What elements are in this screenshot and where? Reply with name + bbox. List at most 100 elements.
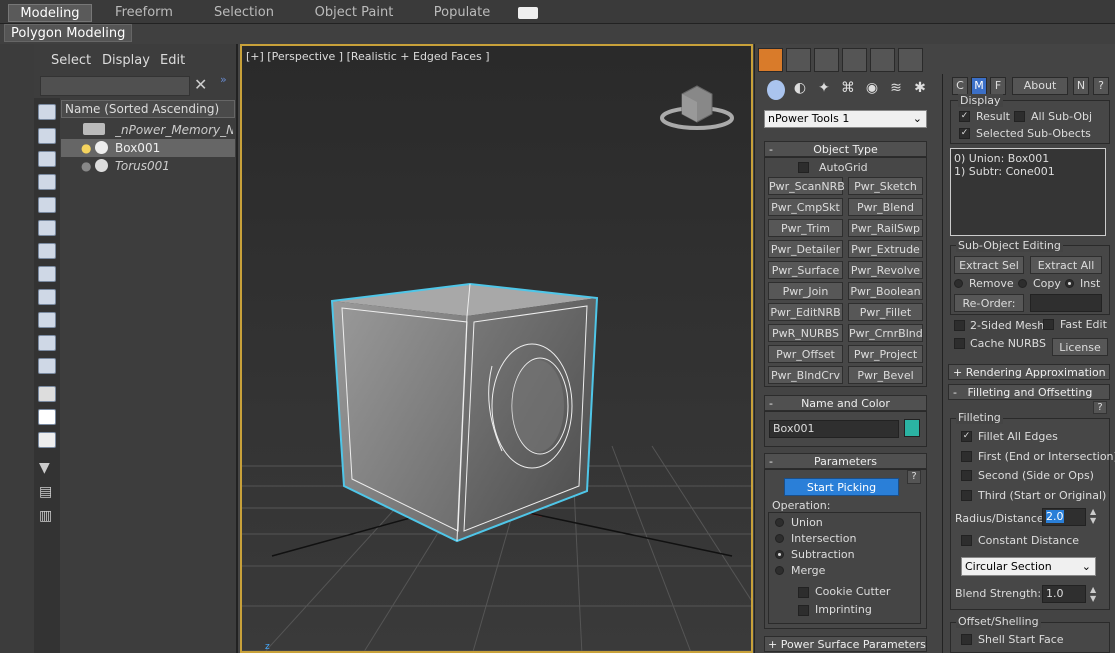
explorer-menu-select[interactable]: Select — [51, 50, 91, 72]
lights-icon[interactable]: ✦ — [815, 80, 833, 100]
copy-radio[interactable] — [1018, 279, 1027, 288]
list-item[interactable]: 1) Subtr: Cone001 — [954, 165, 1055, 178]
layers-icon[interactable]: ▥ — [39, 508, 52, 524]
polygon-modeling-panel[interactable]: Polygon Modeling — [4, 24, 133, 42]
power-surface-rollout-header[interactable]: + Power Surface Parameters — [764, 636, 927, 652]
cameras-icon[interactable]: ⌘ — [839, 80, 857, 100]
display-geometry-icon[interactable] — [38, 104, 56, 120]
create-tab-icon[interactable] — [758, 48, 783, 72]
clear-search-icon[interactable]: ✕ — [194, 75, 207, 94]
tab-c[interactable]: C — [952, 77, 968, 95]
hierarchy-tab-icon[interactable] — [814, 48, 839, 72]
object-type-button[interactable]: Pwr_CrnrBlnd — [848, 324, 923, 342]
shapes-icon[interactable]: ◐ — [791, 80, 809, 100]
object-name-field[interactable]: Box001 — [769, 420, 899, 438]
remove-radio[interactable] — [954, 279, 963, 288]
extract-all-button[interactable]: Extract All — [1030, 256, 1102, 274]
intersection-radio[interactable] — [775, 534, 784, 543]
modify-tab-icon[interactable] — [786, 48, 811, 72]
tab-modeling[interactable]: Modeling — [8, 4, 92, 22]
tab-freeform[interactable]: Freeform — [104, 4, 184, 22]
tab-m[interactable]: M — [971, 77, 987, 95]
first-checkbox[interactable] — [961, 451, 972, 462]
object-type-button[interactable]: Pwr_BlndCrv — [768, 366, 843, 384]
display-containers-icon[interactable] — [38, 312, 56, 328]
section-type-dropdown[interactable]: Circular Section ⌄ — [961, 557, 1096, 576]
display-spacewarps-icon[interactable] — [38, 220, 56, 236]
fillet-all-edges-checkbox[interactable]: ✓ — [961, 431, 972, 442]
expand-icon[interactable]: » — [220, 73, 227, 86]
object-type-button[interactable]: Pwr_Bevel — [848, 366, 923, 384]
cache-nurbs-checkbox[interactable] — [954, 338, 965, 349]
about-button[interactable]: About — [1012, 77, 1068, 95]
object-type-button[interactable]: Pwr_Boolean — [848, 282, 923, 300]
merge-radio[interactable] — [775, 566, 784, 575]
two-sided-mesh-checkbox[interactable] — [954, 320, 965, 331]
display-all-icon[interactable] — [38, 386, 56, 402]
light-bulb-icon[interactable]: ● — [81, 139, 91, 157]
geometry-icon[interactable] — [767, 80, 785, 100]
display-xrefs-icon[interactable] — [38, 266, 56, 282]
reorder-button[interactable]: Re-Order: — [954, 294, 1024, 312]
display-helpers-icon[interactable] — [38, 197, 56, 213]
blend-strength-input[interactable]: 1.0 — [1042, 585, 1086, 603]
help-button[interactable]: ? — [1093, 77, 1109, 95]
third-checkbox[interactable] — [961, 490, 972, 501]
object-type-rollout-header[interactable]: - Object Type — [764, 141, 927, 157]
union-radio[interactable] — [775, 518, 784, 527]
result-checkbox[interactable]: ✓ — [959, 111, 970, 122]
list-item[interactable]: ● Box001 — [61, 139, 235, 157]
perspective-viewport[interactable] — [240, 44, 753, 653]
shell-start-face-checkbox[interactable] — [961, 634, 972, 645]
operand-list[interactable]: 0) Union: Box001 1) Subtr: Cone001 — [950, 148, 1106, 236]
blend-spinner-icon[interactable]: ▲ ▼ — [1090, 585, 1096, 603]
tab-populate[interactable]: Populate — [422, 4, 502, 22]
name-color-rollout-header[interactable]: - Name and Color — [764, 395, 927, 411]
object-type-button[interactable]: Pwr_RailSwp — [848, 219, 923, 237]
object-type-button[interactable]: Pwr_EditNRB — [768, 303, 843, 321]
tab-f[interactable]: F — [990, 77, 1006, 95]
display-hidden-icon[interactable] — [38, 358, 56, 374]
license-button[interactable]: License — [1052, 338, 1108, 356]
object-type-button[interactable]: Pwr_Revolve — [848, 261, 923, 279]
object-type-button[interactable]: Pwr_Sketch — [848, 177, 923, 195]
list-item[interactable]: _nPower_Memory_N — [61, 121, 235, 139]
object-type-button[interactable]: Pwr_Project — [848, 345, 923, 363]
display-none-icon[interactable] — [38, 409, 56, 425]
object-type-button[interactable]: Pwr_ScanNRB — [768, 177, 845, 195]
object-type-button[interactable]: Pwr_Trim — [768, 219, 843, 237]
explorer-menu-display[interactable]: Display — [102, 50, 150, 72]
display-shapes-icon[interactable] — [38, 128, 56, 144]
radius-spinner-icon[interactable]: ▲ ▼ — [1090, 507, 1096, 525]
object-type-button[interactable]: PwR_NURBS — [768, 324, 843, 342]
help-button[interactable]: ? — [1093, 401, 1107, 414]
display-lights-icon[interactable] — [38, 151, 56, 167]
systems-icon[interactable]: ✱ — [911, 80, 929, 100]
object-type-button[interactable]: Pwr_Join — [768, 282, 843, 300]
constant-distance-checkbox[interactable] — [961, 535, 972, 546]
object-type-button[interactable]: Pwr_CmpSkt — [768, 198, 843, 216]
viewport-label[interactable]: [+] [Perspective ] [Realistic + Edged Fa… — [246, 50, 490, 63]
display-frozen-icon[interactable] — [38, 335, 56, 351]
explorer-menu-edit[interactable]: Edit — [160, 50, 185, 72]
list-item[interactable]: ● Torus001 — [61, 157, 235, 175]
reorder-field[interactable] — [1030, 294, 1102, 312]
display-tab-icon[interactable] — [870, 48, 895, 72]
helpers-icon[interactable]: ◉ — [863, 80, 881, 100]
tab-n[interactable]: N — [1073, 77, 1089, 95]
column-header-name[interactable]: Name (Sorted Ascending) — [61, 100, 235, 118]
cookie-cutter-checkbox[interactable] — [798, 587, 809, 598]
filter-icon[interactable]: ▼ — [39, 460, 50, 476]
display-groups-icon[interactable] — [38, 243, 56, 259]
spacewarps-icon[interactable]: ≋ — [887, 80, 905, 100]
radius-input[interactable]: 2.0 — [1042, 508, 1086, 526]
object-category-dropdown[interactable]: nPower Tools 1 ⌄ — [764, 110, 927, 128]
display-cameras-icon[interactable] — [38, 174, 56, 190]
selected-subobj-checkbox[interactable]: ✓ — [959, 128, 970, 139]
motion-tab-icon[interactable] — [842, 48, 867, 72]
filleting-offsetting-rollout-header[interactable]: - Filleting and Offsetting — [948, 384, 1110, 400]
rendering-approx-rollout-header[interactable]: + Rendering Approximation — [948, 364, 1110, 380]
start-picking-button[interactable]: Start Picking — [784, 478, 899, 496]
display-bones-icon[interactable] — [38, 289, 56, 305]
object-type-button[interactable]: Pwr_Surface — [768, 261, 843, 279]
